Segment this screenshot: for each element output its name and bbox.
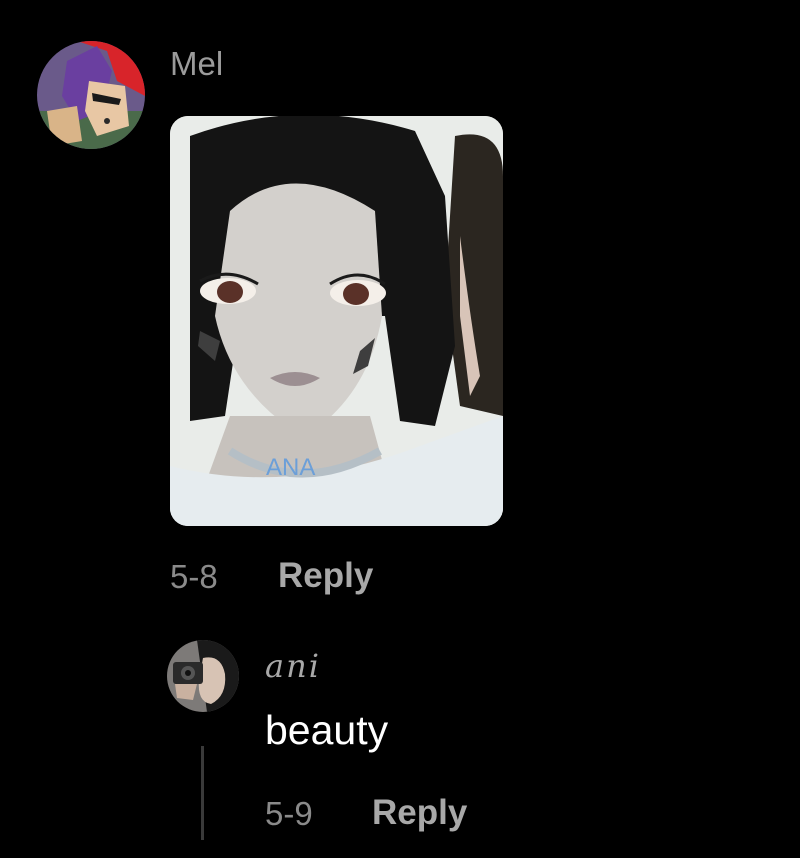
comment-username[interactable]: Mel — [170, 45, 223, 83]
thread-line — [201, 746, 204, 840]
image-watermark: ANA — [266, 454, 316, 481]
user-avatar-mel[interactable] — [37, 41, 145, 149]
anime-character-avatar-icon — [37, 41, 145, 149]
reply-username[interactable]: ani — [265, 647, 321, 685]
portrait-drawing-image — [170, 116, 503, 526]
comment-timestamp: 5-8 — [170, 558, 218, 595]
comment-image-attachment[interactable]: ANA — [170, 116, 503, 526]
user-avatar-ani[interactable] — [167, 640, 239, 712]
reply-text: beauty — [265, 707, 389, 753]
reply-button[interactable]: Reply — [278, 556, 373, 596]
reply-button[interactable]: Reply — [372, 793, 467, 833]
photo-avatar-icon — [167, 640, 239, 712]
reply-timestamp: 5-9 — [265, 795, 313, 832]
